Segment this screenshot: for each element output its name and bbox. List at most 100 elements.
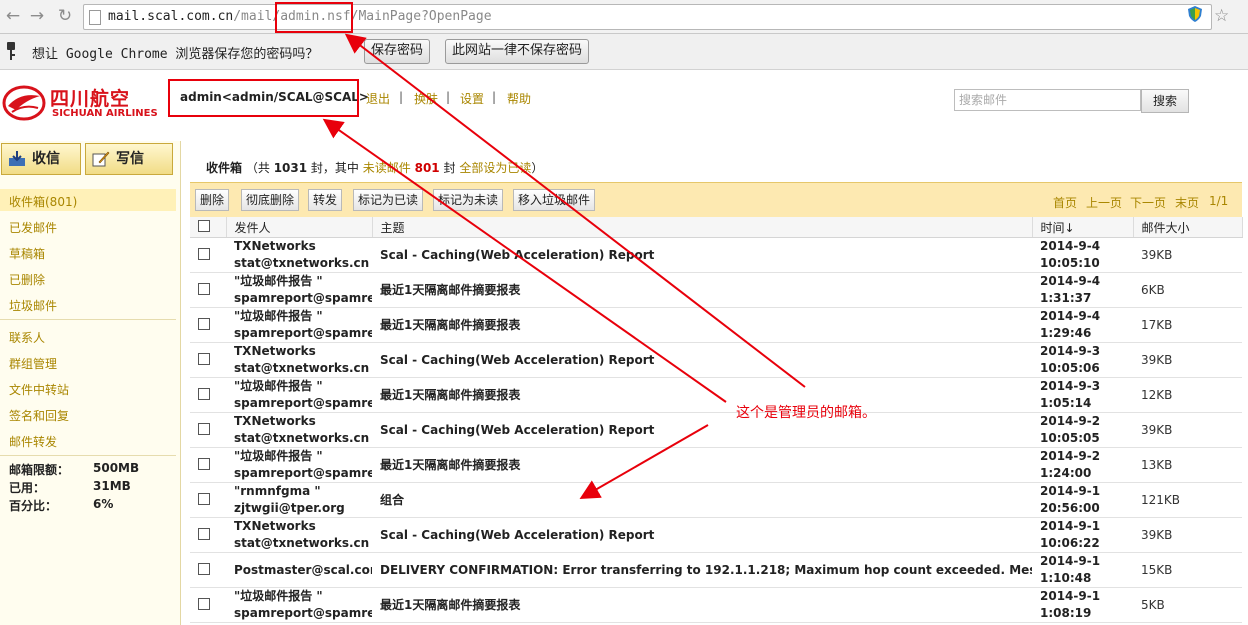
column-time[interactable]: 时间↓	[1032, 217, 1134, 238]
prev-page-link[interactable]: 上一页	[1086, 194, 1122, 211]
subject-cell[interactable]: Scal - Caching(Web Acceleration) Report	[372, 412, 1032, 448]
column-subject[interactable]: 主题	[372, 217, 1033, 238]
reload-icon[interactable]: ↻	[54, 5, 76, 27]
table-row[interactable]: TXNetworks stat@txnetworks.cn Scal - Cachi…	[190, 517, 1242, 553]
subject-cell[interactable]: 最近1天隔离邮件摘要报表	[372, 272, 1032, 308]
subject-cell[interactable]: Scal - Caching(Web Acceleration) Report	[372, 517, 1032, 553]
sender-cell[interactable]: "垃圾邮件报告 " spamreport@spamrep	[226, 307, 372, 343]
sidebar-item-file-transfer[interactable]: 文件中转站	[9, 381, 69, 398]
subject-cell[interactable]: Scal - Caching(Web Acceleration) Report	[372, 237, 1032, 273]
table-row[interactable]: TXNetworks stat@txnetworks.cn Scal - Cachi…	[190, 342, 1242, 378]
select-all-checkbox[interactable]	[198, 219, 210, 232]
delete-button[interactable]: 删除	[195, 189, 230, 211]
sender-name: "垃圾邮件报告 "	[234, 379, 323, 393]
last-page-link[interactable]: 末页	[1175, 194, 1199, 211]
table-row[interactable]: "垃圾邮件报告 " spamreport@spamrep 最近1天隔离邮件摘要报表 2…	[190, 377, 1242, 413]
column-size[interactable]: 邮件大小	[1133, 217, 1243, 238]
table-row[interactable]: "rnmnfgma " zjtwgii@tper.org 组合 2014-9-1 20:…	[190, 482, 1242, 518]
sender-cell[interactable]: TXNetworks stat@txnetworks.cn	[226, 342, 372, 378]
purge-button[interactable]: 彻底删除	[241, 189, 300, 211]
table-row[interactable]: "垃圾邮件报告 " spamreport@spamrep 最近1天隔离邮件摘要报表 2…	[190, 307, 1242, 343]
row-checkbox[interactable]	[198, 597, 210, 610]
never-save-button[interactable]: 此网站一律不保存密码	[445, 39, 590, 64]
row-checkbox[interactable]	[198, 492, 210, 505]
sichuan-airlines-logo[interactable]: 四川航空 SICHUAN AIRLINES	[2, 84, 162, 124]
subject-cell[interactable]: 最近1天隔离邮件摘要报表	[372, 307, 1032, 343]
sender-cell[interactable]: TXNetworks stat@txnetworks.cn	[226, 517, 372, 553]
sidebar-item-signature[interactable]: 签名和回复	[9, 407, 69, 424]
row-checkbox[interactable]	[198, 457, 210, 470]
sender-cell[interactable]: "rnmnfgma " zjtwgii@tper.org	[226, 482, 372, 518]
sidebar-item-inbox[interactable]: 收件箱(801)	[9, 193, 77, 210]
sender-cell[interactable]: "垃圾邮件报告 " spamreport@spamrep	[226, 272, 372, 308]
row-select-cell	[190, 377, 226, 413]
size-cell: 12KB	[1133, 377, 1242, 413]
help-link[interactable]: 帮助	[507, 90, 531, 107]
sender-cell[interactable]: TXNetworks stat@txnetworks.cn	[226, 412, 372, 448]
sidebar-item-drafts[interactable]: 草稿箱	[9, 245, 45, 262]
first-page-link[interactable]: 首页	[1053, 194, 1077, 211]
row-checkbox[interactable]	[198, 562, 210, 575]
sidebar-item-groups[interactable]: 群组管理	[9, 355, 57, 372]
quota-percent-value: 6%	[93, 497, 114, 511]
search-button[interactable]: 搜索	[1141, 89, 1189, 113]
sender-cell[interactable]: "垃圾邮件报告 " spamreport@spamrep	[226, 377, 372, 413]
table-row[interactable]: "垃圾邮件报告 " spamreport@spamrep 最近1天隔离邮件摘要报表 2…	[190, 272, 1242, 308]
sender-name: "rnmnfgma "	[234, 484, 321, 498]
sender-cell[interactable]: "垃圾邮件报告 " spamreport@spamrep	[226, 447, 372, 483]
annotation-text: 这个是管理员的邮箱。	[736, 405, 876, 421]
save-password-button[interactable]: 保存密码	[364, 39, 431, 64]
row-checkbox[interactable]	[198, 387, 210, 400]
sidebar-item-deleted[interactable]: 已删除	[9, 271, 45, 288]
write-mail-button[interactable]: 写信	[85, 143, 173, 175]
table-row[interactable]: "垃圾邮件报告 " spamreport@spamrep 最近1天隔离邮件摘要报表 2…	[190, 587, 1242, 623]
skin-link[interactable]: 换肤	[414, 90, 438, 107]
back-icon[interactable]: ←	[2, 5, 24, 27]
forward-button[interactable]: 转发	[308, 189, 343, 211]
divider	[0, 455, 176, 456]
move-to-spam-button[interactable]: 移入垃圾邮件	[513, 189, 596, 211]
row-checkbox[interactable]	[198, 422, 210, 435]
column-sender[interactable]: 发件人	[226, 217, 373, 238]
row-checkbox[interactable]	[198, 527, 210, 540]
table-row[interactable]: Postmaster@scal.com. DELIVERY CONFIRMATIO…	[190, 552, 1242, 588]
subject-cell[interactable]: DELIVERY CONFIRMATION: Error transferrin…	[372, 552, 1032, 588]
subject-cell[interactable]: 最近1天隔离邮件摘要报表	[372, 587, 1032, 623]
table-row[interactable]: "垃圾邮件报告 " spamreport@spamrep 最近1天隔离邮件摘要报表 2…	[190, 447, 1242, 483]
row-checkbox[interactable]	[198, 282, 210, 295]
subject-cell[interactable]: 最近1天隔离邮件摘要报表	[372, 377, 1032, 413]
sidebar-item-contacts[interactable]: 联系人	[9, 329, 45, 346]
star-icon[interactable]: ☆	[1214, 6, 1229, 26]
mail-time: 20:56:00	[1040, 501, 1100, 515]
subject-cell[interactable]: 组合	[372, 482, 1032, 518]
logout-link[interactable]: 退出	[366, 90, 390, 107]
sender-cell[interactable]: "垃圾邮件报告 " spamreport@spamrep	[226, 587, 372, 623]
subject-cell[interactable]: 最近1天隔离邮件摘要报表	[372, 447, 1032, 483]
row-checkbox[interactable]	[198, 317, 210, 330]
receive-mail-button[interactable]: 收信	[1, 143, 81, 175]
mark-read-button[interactable]: 标记为已读	[353, 189, 424, 211]
mail-time: 1:05:14	[1040, 396, 1092, 410]
forward-icon[interactable]: →	[26, 5, 48, 27]
mark-unread-button[interactable]: 标记为未读	[433, 189, 504, 211]
row-checkbox[interactable]	[198, 247, 210, 260]
sidebar-item-sent[interactable]: 已发邮件	[9, 219, 57, 236]
size-cell: 5KB	[1133, 587, 1242, 623]
sidebar-item-forwarding[interactable]: 邮件转发	[9, 433, 57, 450]
address-bar[interactable]: mail.scal.com.cn/mail/admin.nsf/MainPage…	[83, 4, 1212, 30]
sidebar-item-spam[interactable]: 垃圾邮件	[9, 297, 57, 314]
row-checkbox[interactable]	[198, 352, 210, 365]
subject-cell[interactable]: Scal - Caching(Web Acceleration) Report	[372, 342, 1032, 378]
table-row[interactable]: TXNetworks stat@txnetworks.cn Scal - Cachi…	[190, 237, 1242, 273]
search-input[interactable]	[954, 89, 1141, 111]
settings-link[interactable]: 设置	[460, 90, 484, 107]
mail-date: 2014-9-2	[1040, 414, 1101, 428]
sender-cell[interactable]: Postmaster@scal.com.	[226, 552, 372, 588]
quota-percent-label: 百分比：	[9, 499, 58, 513]
mail-time: 1:31:37	[1040, 291, 1092, 305]
next-page-link[interactable]: 下一页	[1130, 194, 1166, 211]
table-row[interactable]: TXNetworks stat@txnetworks.cn Scal - Cachi…	[190, 412, 1242, 448]
mark-all-read-link[interactable]: 全部设为已读	[459, 161, 531, 175]
sender-cell[interactable]: TXNetworks stat@txnetworks.cn	[226, 237, 372, 273]
shield-icon[interactable]	[1188, 6, 1202, 22]
